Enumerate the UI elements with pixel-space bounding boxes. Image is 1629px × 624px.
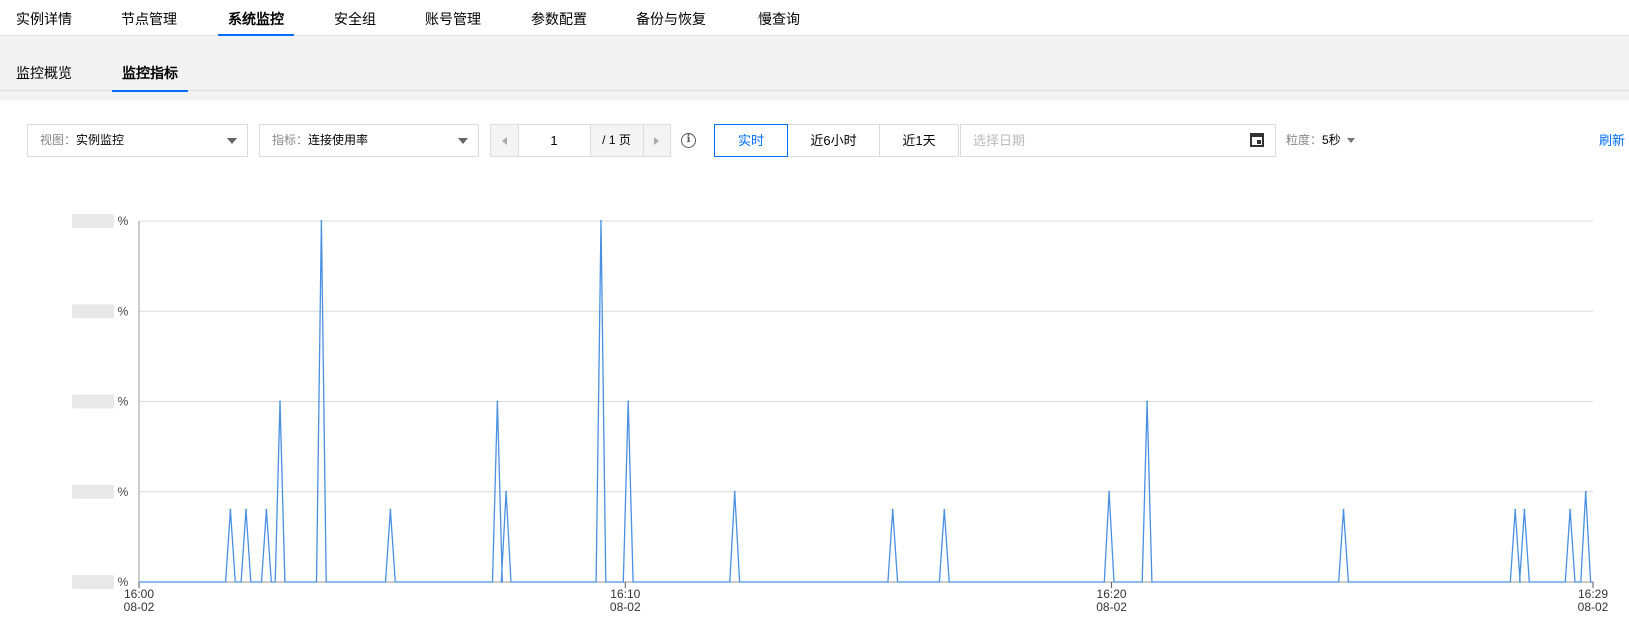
data-point: [229, 508, 232, 511]
time-realtime-button[interactable]: 实时: [714, 124, 788, 157]
y-tick-value-mask: [72, 304, 114, 319]
data-point: [891, 508, 894, 511]
x-tick-label-date: 08-02: [610, 600, 641, 614]
x-tick-label-time: 16:20: [1097, 587, 1127, 601]
data-point: [244, 508, 247, 511]
x-tick-label-date: 08-02: [1096, 600, 1127, 614]
data-point: [1584, 490, 1587, 493]
data-point: [320, 220, 323, 222]
connection-usage-chart: %%%%%16:0008-0216:1008-0216:2008-0216:29…: [72, 214, 1609, 614]
data-point: [265, 508, 268, 511]
data-point: [1108, 490, 1111, 493]
data-point: [599, 220, 602, 222]
y-tick-label: %: [118, 395, 129, 409]
x-tick-label-date: 08-02: [1578, 600, 1609, 614]
data-point: [389, 508, 392, 511]
data-point: [627, 400, 630, 403]
x-tick-label-date: 08-02: [124, 600, 155, 614]
data-point: [1342, 508, 1345, 511]
y-tick-label: %: [118, 214, 129, 228]
data-point: [1569, 508, 1572, 511]
data-point: [943, 508, 946, 511]
x-tick-label-time: 16:00: [124, 587, 154, 601]
y-tick-value-mask: [72, 575, 114, 589]
y-tick-label: %: [118, 304, 129, 318]
y-tick-value-mask: [72, 484, 114, 499]
y-tick-value-mask: [72, 214, 114, 228]
data-point: [1523, 508, 1526, 511]
data-point: [733, 490, 736, 493]
data-point: [496, 400, 499, 403]
x-tick-label-time: 16:10: [610, 587, 640, 601]
data-point: [505, 490, 508, 493]
y-tick-label: %: [118, 485, 129, 499]
data-point: [1514, 508, 1517, 511]
y-tick-value-mask: [72, 394, 114, 409]
x-tick-label-time: 16:29: [1578, 587, 1608, 601]
data-point: [1146, 400, 1149, 403]
data-point: [279, 400, 282, 403]
